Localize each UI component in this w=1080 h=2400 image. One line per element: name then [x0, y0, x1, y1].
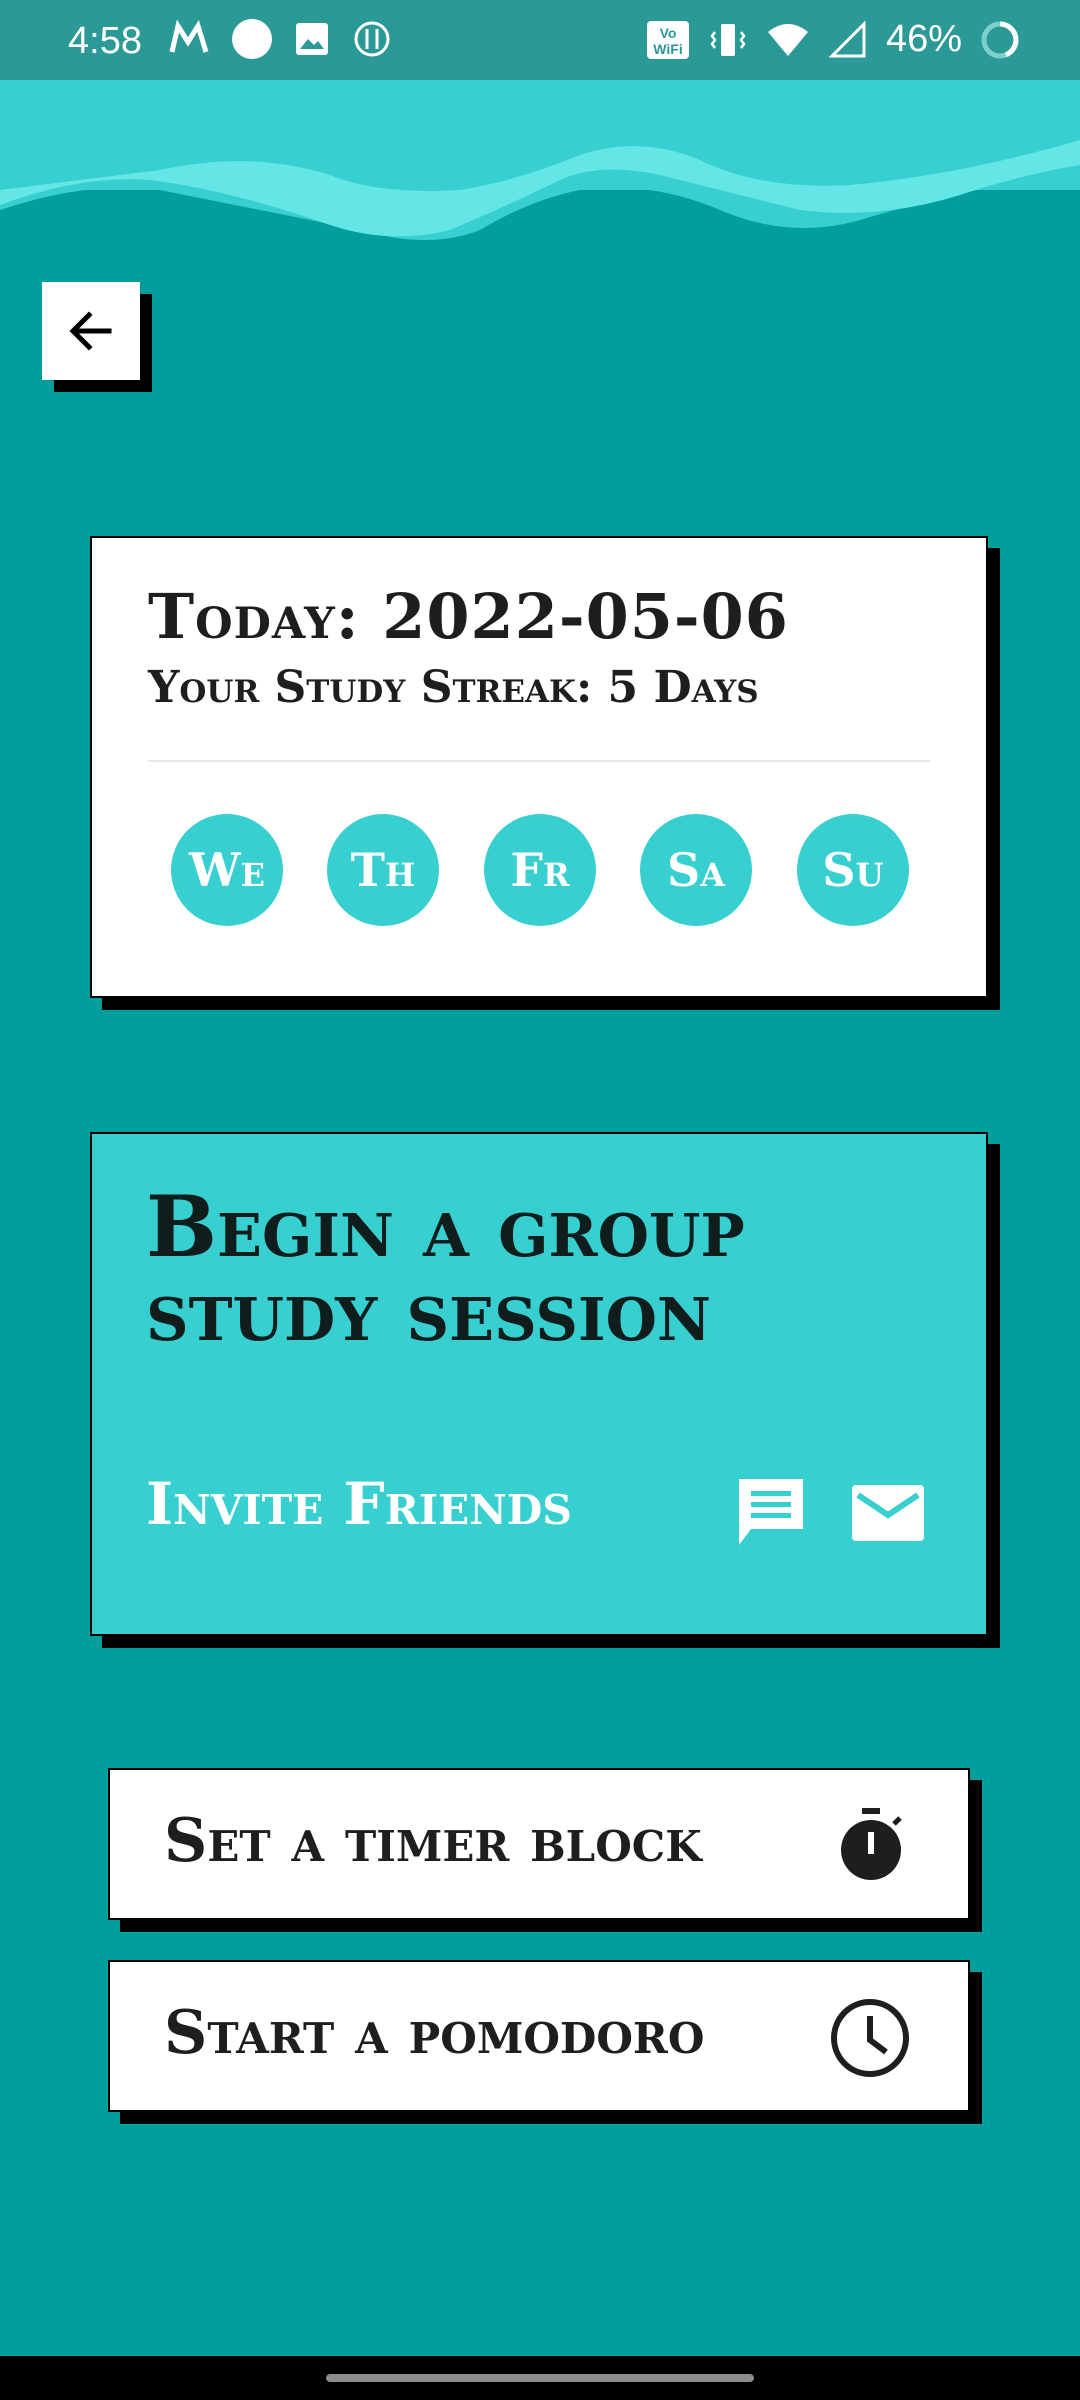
arrow-left-icon	[69, 311, 112, 351]
vibrate-icon	[710, 23, 746, 56]
wifi-icon	[767, 23, 808, 56]
study-streak-label: Your Study Streak: 5 Days	[148, 662, 759, 713]
message-icon	[739, 1479, 803, 1545]
streak-divider	[148, 760, 930, 762]
mail-invite-button[interactable]	[842, 1468, 934, 1558]
signal-icon	[828, 19, 866, 57]
image-icon	[296, 23, 328, 55]
home-gesture-handle[interactable]	[326, 2374, 754, 2382]
circle-notification-icon	[232, 19, 272, 59]
battery-text: 46%	[885, 18, 962, 60]
group-study-title: Begin a group study session	[146, 1177, 745, 1360]
fork-knife-icon	[354, 21, 390, 57]
today-date-label: Today: 2022-05-06	[148, 580, 789, 653]
status-time: 4:58	[68, 20, 142, 62]
set-timer-block-label: Set a timer block	[164, 1806, 702, 1876]
status-icons-right: Vo WiFi 46%	[646, 18, 1020, 61]
stopwatch-icon	[841, 1808, 902, 1880]
clock-icon	[831, 1999, 909, 2077]
header-waves	[0, 80, 1080, 240]
battery-ring-icon	[981, 21, 1019, 58]
mail-icon	[852, 1485, 924, 1541]
myntra-icon	[169, 19, 209, 53]
day-circle-fr: Fr	[484, 814, 596, 926]
day-circle-sa: Sa	[640, 814, 752, 926]
vowifi-icon: Vo WiFi	[646, 20, 689, 59]
day-circle-su: Su	[797, 814, 909, 926]
start-pomodoro-label: Start a pomodoro	[164, 1998, 705, 2068]
svg-text:Vo: Vo	[660, 25, 677, 41]
invite-friends-label: Invite Friends	[146, 1470, 572, 1538]
status-icons-left	[168, 18, 392, 60]
back-button[interactable]	[42, 282, 140, 380]
day-circle-we: We	[171, 814, 283, 926]
message-invite-button[interactable]	[726, 1468, 816, 1558]
svg-text:WiFi: WiFi	[653, 41, 682, 57]
day-circle-th: Th	[327, 814, 439, 926]
status-bar: 4:58 Vo WiFi 46%	[0, 0, 1080, 80]
